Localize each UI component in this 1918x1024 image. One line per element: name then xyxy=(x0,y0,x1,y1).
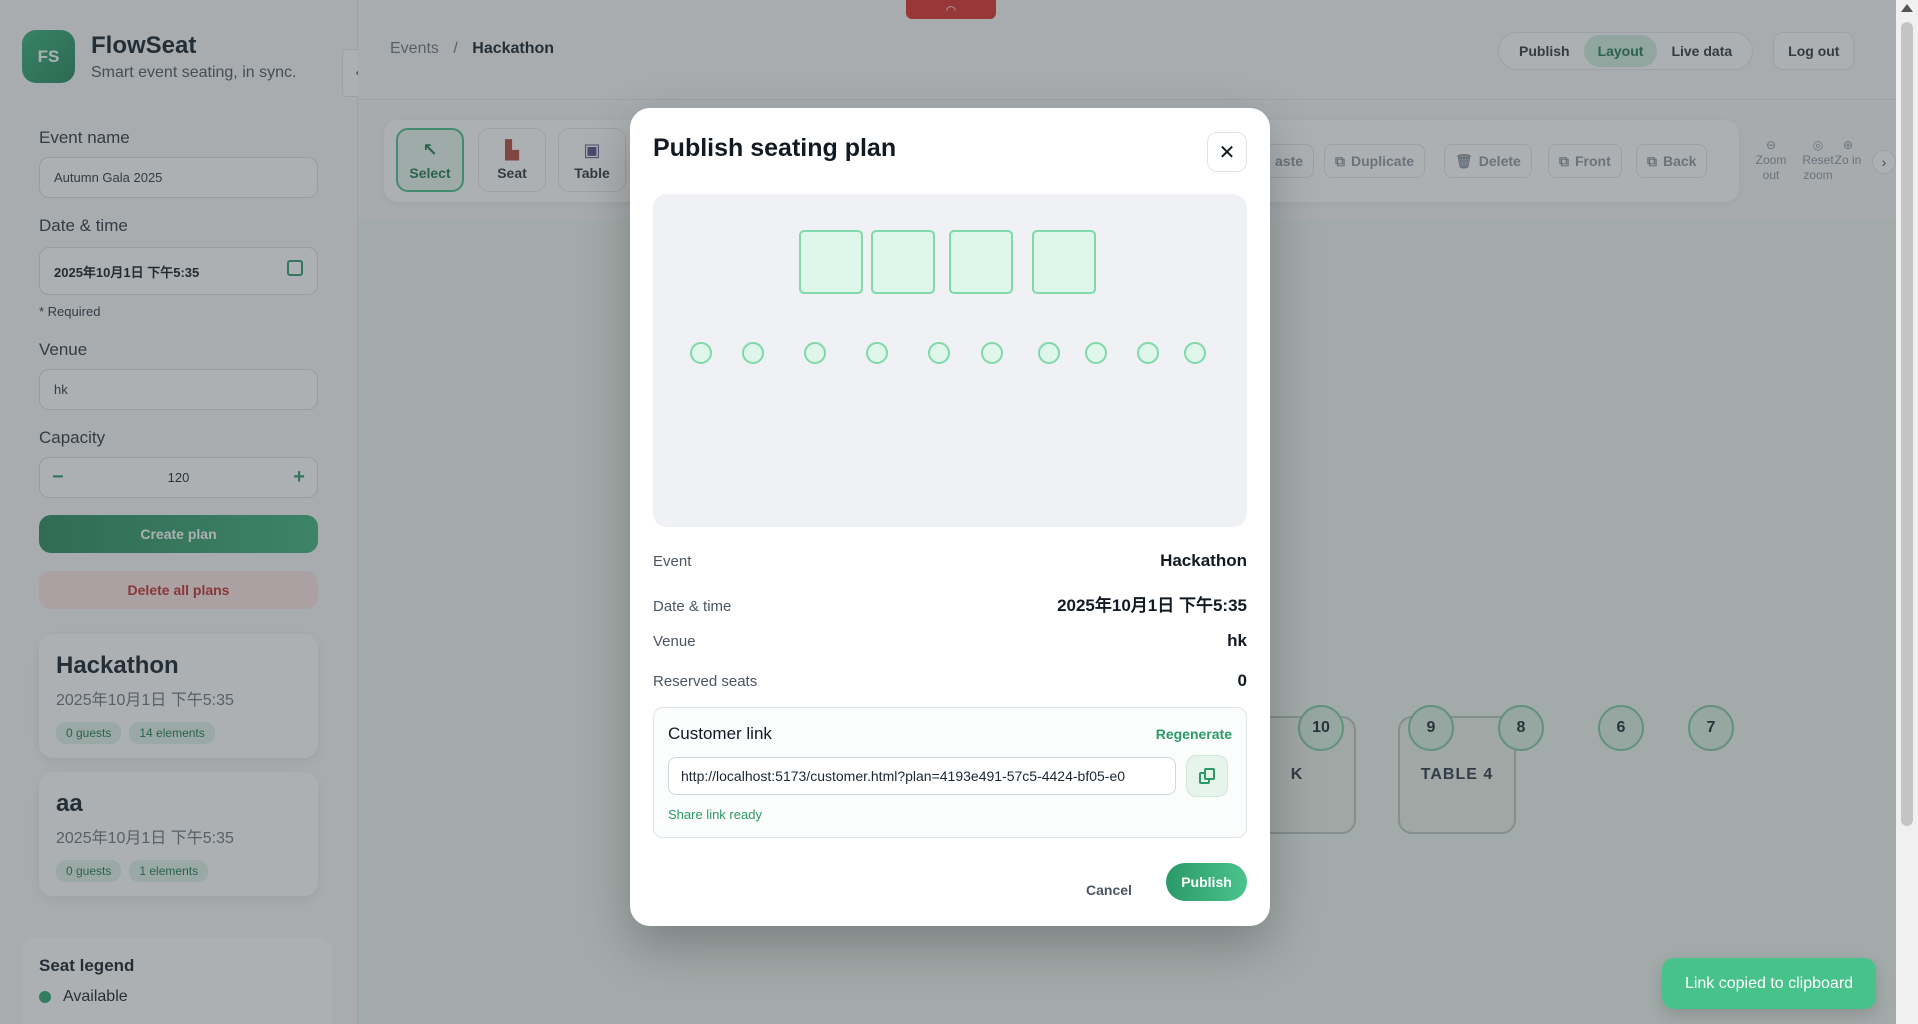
copy-link-button[interactable] xyxy=(1186,755,1228,797)
publish-button[interactable]: Publish xyxy=(1166,863,1247,901)
preview-table xyxy=(871,230,935,294)
preview-seat xyxy=(928,342,950,364)
copy-icon xyxy=(1199,768,1215,784)
preview-seat xyxy=(1038,342,1060,364)
scroll-up-arrow-icon[interactable] xyxy=(1901,4,1913,12)
event-value: Hackathon xyxy=(1160,551,1247,570)
cancel-button[interactable]: Cancel xyxy=(1086,882,1132,898)
datetime-value: 2025年10月1日 下午5:35 xyxy=(1057,596,1247,615)
venue-row: Venue hk xyxy=(653,631,1247,651)
datetime-row: Date & time 2025年10月1日 下午5:35 xyxy=(653,591,1247,616)
reserved-seats-label: Reserved seats xyxy=(653,673,758,690)
preview-seat xyxy=(742,342,764,364)
page-scrollbar[interactable] xyxy=(1896,0,1918,1024)
datetime-label: Date & time xyxy=(653,598,732,615)
dialog-title: Publish seating plan xyxy=(653,134,897,162)
preview-table xyxy=(949,230,1013,294)
scrollbar-thumb[interactable] xyxy=(1901,22,1913,826)
publish-dialog: Publish seating plan ✕ Event Hackathon D… xyxy=(630,108,1270,926)
event-row: Event Hackathon xyxy=(653,551,1247,571)
reserved-seats-value: 0 xyxy=(1237,671,1247,690)
preview-seat xyxy=(1085,342,1107,364)
venue-label: Venue xyxy=(653,633,696,650)
customer-link-title: Customer link xyxy=(668,724,772,743)
preview-seat xyxy=(690,342,712,364)
customer-link-input[interactable]: http://localhost:5173/customer.html?plan… xyxy=(668,757,1176,795)
reserved-seats-row: Reserved seats 0 xyxy=(653,671,1247,691)
preview-table xyxy=(799,230,863,294)
preview-table xyxy=(1032,230,1096,294)
toast-notification: Link copied to clipboard xyxy=(1662,958,1876,1009)
preview-seat xyxy=(866,342,888,364)
layout-preview xyxy=(653,194,1247,527)
venue-value: hk xyxy=(1227,631,1247,650)
regenerate-link-button[interactable]: Regenerate xyxy=(1156,726,1232,742)
preview-seat xyxy=(1184,342,1206,364)
share-link-status: Share link ready xyxy=(668,807,762,822)
event-label: Event xyxy=(653,553,692,570)
preview-seat xyxy=(1137,342,1159,364)
close-button[interactable]: ✕ xyxy=(1207,132,1247,172)
close-icon: ✕ xyxy=(1218,141,1236,164)
customer-link-panel: Customer link Regenerate http://localhos… xyxy=(653,707,1247,838)
preview-seat xyxy=(804,342,826,364)
preview-seat xyxy=(981,342,1003,364)
